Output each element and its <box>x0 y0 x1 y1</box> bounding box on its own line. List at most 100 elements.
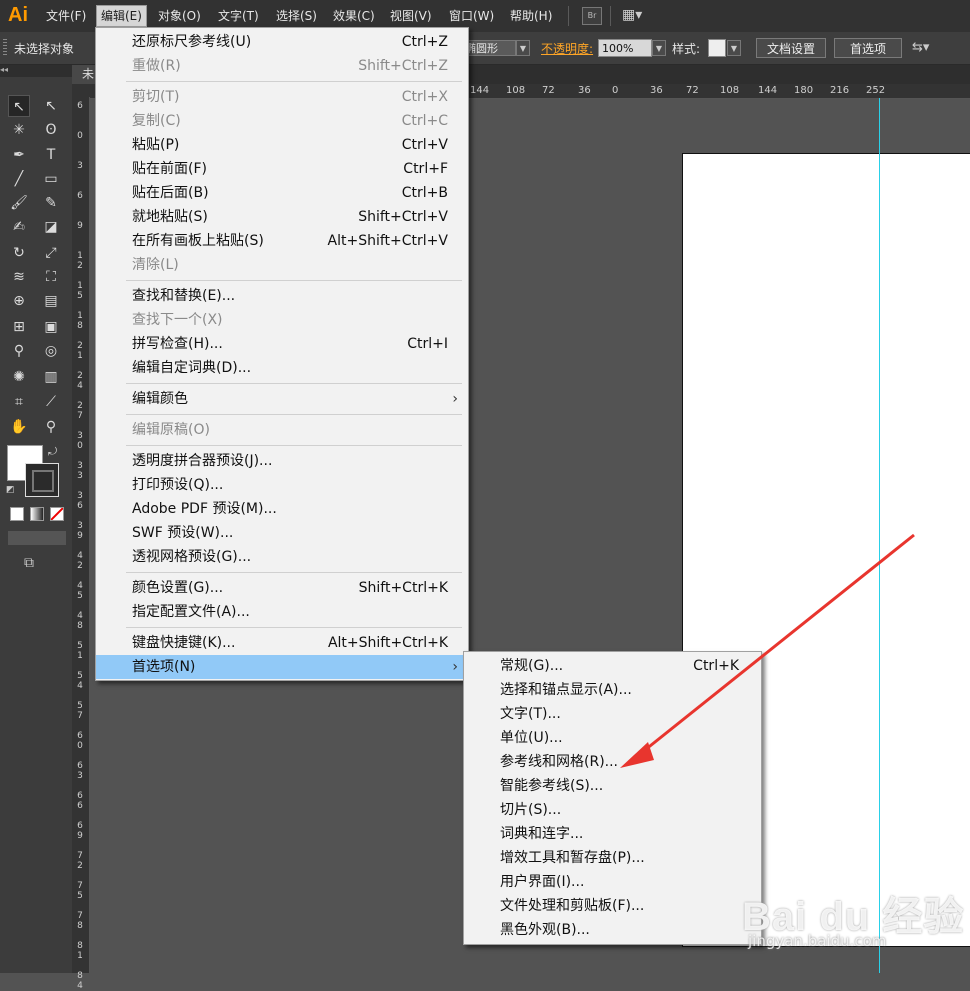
opacity-input[interactable]: 100% <box>598 39 652 57</box>
menu-select[interactable]: 选择(S) <box>272 6 321 26</box>
submenu-item[interactable]: 选择和锚点显示(A)... <box>464 678 761 702</box>
width-tool-icon[interactable]: ≋ <box>8 266 30 288</box>
submenu-item[interactable]: 黑色外观(B)... <box>464 918 761 942</box>
submenu-item[interactable]: 单位(U)... <box>464 726 761 750</box>
none-mode-icon[interactable] <box>50 507 64 521</box>
submenu-item[interactable]: 智能参考线(S)... <box>464 774 761 798</box>
menu-item[interactable]: 查找和替换(E)... <box>96 284 468 308</box>
slice-tool-icon[interactable]: ⟋ <box>40 391 62 413</box>
menu-item[interactable]: 首选项(N) › <box>96 655 468 679</box>
menu-item[interactable]: 贴在后面(B) Ctrl+B <box>96 181 468 205</box>
menu-item[interactable]: 指定配置文件(A)... <box>96 600 468 624</box>
submenu-item[interactable]: 常规(G)... Ctrl+K <box>464 654 761 678</box>
eraser-tool-icon[interactable]: ◪ <box>40 216 62 238</box>
gradient-mode-icon[interactable] <box>30 507 44 521</box>
gradient-tool-icon[interactable]: ▣ <box>40 316 62 338</box>
line-tool-icon[interactable]: ╱ <box>8 168 30 190</box>
submenu-item[interactable]: 切片(S)... <box>464 798 761 822</box>
menu-object[interactable]: 对象(O) <box>154 6 205 26</box>
menu-view[interactable]: 视图(V) <box>386 6 436 26</box>
menu-item[interactable]: 透视网格预设(G)... <box>96 545 468 569</box>
mesh-tool-icon[interactable]: ⊞ <box>8 316 30 338</box>
submenu-item[interactable]: 词典和连字... <box>464 822 761 846</box>
arrange-documents-icon[interactable]: ▦▾ <box>622 7 648 23</box>
color-mode-icon[interactable] <box>10 507 24 521</box>
opacity-label[interactable]: 不透明度: <box>541 40 593 57</box>
ruler-tick-label: 8 1 <box>77 941 83 961</box>
preferences-button[interactable]: 首选项 <box>834 38 902 58</box>
chevron-down-icon[interactable]: ▼ <box>727 40 741 56</box>
menu-item[interactable]: 编辑自定词典(D)... <box>96 356 468 380</box>
submenu-item[interactable]: 用户界面(I)... <box>464 870 761 894</box>
ruler-guide[interactable] <box>879 98 880 973</box>
menu-help[interactable]: 帮助(H) <box>506 6 556 26</box>
free-transform-tool-icon[interactable]: ⛶ <box>40 266 62 288</box>
stroke-swatch[interactable] <box>25 463 59 497</box>
style-swatch[interactable] <box>708 39 726 57</box>
submenu-item[interactable]: 参考线和网格(R)... <box>464 750 761 774</box>
menu-file[interactable]: 文件(F) <box>42 6 90 26</box>
rectangle-tool-icon[interactable]: ▭ <box>40 168 62 190</box>
document-setup-button[interactable]: 文档设置 <box>756 38 826 58</box>
perspective-grid-tool-icon[interactable]: ▤ <box>40 290 62 312</box>
menu-item[interactable]: SWF 预设(W)... <box>96 521 468 545</box>
lasso-tool-icon[interactable]: ʘ <box>40 119 62 141</box>
blend-tool-icon[interactable]: ◎ <box>40 340 62 362</box>
magic-wand-tool-icon[interactable]: ✳ <box>8 119 30 141</box>
pencil-tool-icon[interactable]: ✎ <box>40 192 62 214</box>
draw-mode-icons[interactable] <box>8 531 66 545</box>
menu-item[interactable]: 重做(R) Shift+Ctrl+Z <box>96 54 468 78</box>
ruler-tick-label: 7 5 <box>77 881 83 901</box>
type-tool-icon[interactable]: T <box>40 144 62 166</box>
submenu-item[interactable]: 增效工具和暂存盘(P)... <box>464 846 761 870</box>
panel-header[interactable]: ◂◂ <box>0 65 72 77</box>
menu-item[interactable]: 粘贴(P) Ctrl+V <box>96 133 468 157</box>
menu-item[interactable]: 拼写检查(H)... Ctrl+I <box>96 332 468 356</box>
menu-item[interactable]: 贴在前面(F) Ctrl+F <box>96 157 468 181</box>
pen-tool-icon[interactable]: ✒ <box>8 144 30 166</box>
swap-fill-stroke-icon[interactable]: ⤾ <box>48 445 57 459</box>
vertical-ruler[interactable]: 603691 21 51 82 12 42 73 03 33 63 94 24 … <box>72 97 90 991</box>
direct-selection-tool-icon[interactable]: ↖ <box>40 95 62 117</box>
paintbrush-tool-icon[interactable]: 🖌 <box>8 192 30 214</box>
default-colors-icon[interactable]: ◩ <box>6 485 15 495</box>
menu-item[interactable]: 编辑颜色 › <box>96 387 468 411</box>
chevron-down-icon[interactable]: ▼ <box>652 40 666 56</box>
screen-mode-icon[interactable]: ⧉ <box>24 555 34 571</box>
scale-tool-icon[interactable]: ⤢ <box>40 242 62 264</box>
menu-item[interactable]: 还原标尺参考线(U) Ctrl+Z <box>96 30 468 54</box>
rotate-tool-icon[interactable]: ↻ <box>8 242 30 264</box>
ruler-tick-label: 0 <box>612 85 619 96</box>
panel-grip-icon[interactable] <box>3 39 7 57</box>
bridge-button[interactable]: Br <box>582 7 602 25</box>
selection-tool-icon[interactable]: ↖ <box>8 95 30 117</box>
hand-tool-icon[interactable]: ✋ <box>8 416 30 438</box>
menu-item[interactable]: 编辑原稿(O) <box>96 418 468 442</box>
menu-item[interactable]: 清除(L) <box>96 253 468 277</box>
submenu-item[interactable]: 文字(T)... <box>464 702 761 726</box>
menu-item[interactable]: 键盘快捷键(K)... Alt+Shift+Ctrl+K <box>96 631 468 655</box>
menu-window[interactable]: 窗口(W) <box>445 6 498 26</box>
blob-brush-tool-icon[interactable]: ✍ <box>8 216 30 238</box>
menu-item[interactable]: 颜色设置(G)... Shift+Ctrl+K <box>96 576 468 600</box>
menu-item[interactable]: 复制(C) Ctrl+C <box>96 109 468 133</box>
shape-builder-tool-icon[interactable]: ⊕ <box>8 290 30 312</box>
eyedropper-tool-icon[interactable]: ⚲ <box>8 340 30 362</box>
chevron-down-icon[interactable]: ▼ <box>516 40 530 56</box>
menu-item[interactable]: Adobe PDF 预设(M)... <box>96 497 468 521</box>
menu-item[interactable]: 打印预设(Q)... <box>96 473 468 497</box>
menu-item[interactable]: 查找下一个(X) <box>96 308 468 332</box>
menu-item[interactable]: 在所有画板上粘贴(S) Alt+Shift+Ctrl+V <box>96 229 468 253</box>
menu-edit[interactable]: 编辑(E) <box>96 5 147 27</box>
menu-item[interactable]: 剪切(T) Ctrl+X <box>96 85 468 109</box>
artboard-tool-icon[interactable]: ⌗ <box>8 391 30 413</box>
symbol-sprayer-tool-icon[interactable]: ✺ <box>8 366 30 388</box>
submenu-item[interactable]: 文件处理和剪贴板(F)... <box>464 894 761 918</box>
zoom-tool-icon[interactable]: ⚲ <box>40 416 62 438</box>
column-graph-tool-icon[interactable]: ▥ <box>40 366 62 388</box>
menu-item[interactable]: 就地粘贴(S) Shift+Ctrl+V <box>96 205 468 229</box>
menu-type[interactable]: 文字(T) <box>214 6 263 26</box>
menu-effect[interactable]: 效果(C) <box>329 6 379 26</box>
arrange-icon[interactable]: ⇆▾ <box>912 40 929 55</box>
menu-item[interactable]: 透明度拼合器预设(J)... <box>96 449 468 473</box>
